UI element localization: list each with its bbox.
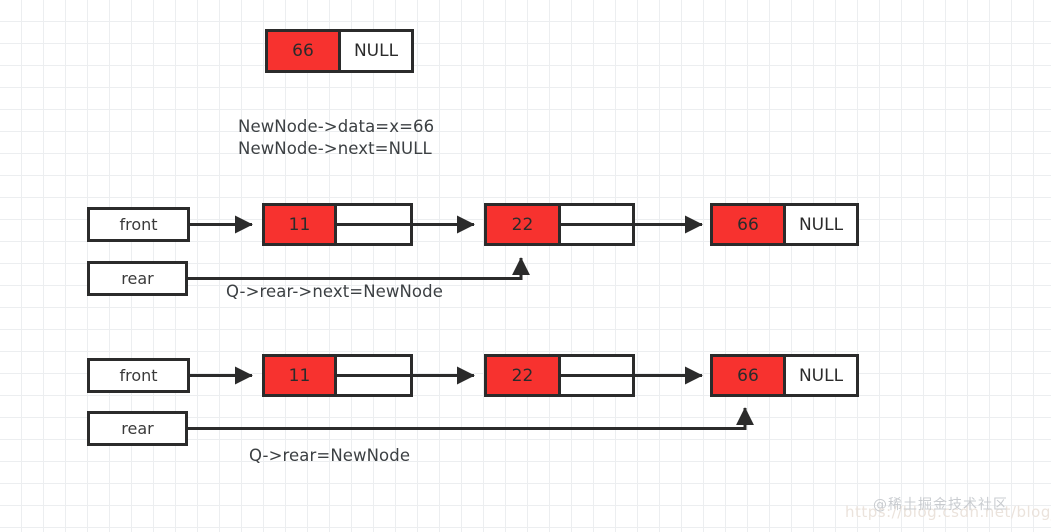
list-node-row3-2: 22 — [484, 354, 635, 397]
rear-pointer-box-row3: rear — [87, 411, 188, 446]
list-node-row3-1: 11 — [262, 354, 413, 397]
list-node-row2-1-next — [337, 206, 413, 243]
wire-rear-to-node2-row2 — [188, 257, 530, 280]
list-node-row3-3-data: 66 — [713, 357, 786, 394]
annotation-step3: Q->rear=NewNode — [249, 446, 411, 465]
new-node-next-cell: NULL — [341, 32, 411, 70]
list-node-row2-2-next — [561, 206, 635, 243]
list-node-row2-2: 22 — [484, 203, 635, 246]
annotation-step1-line2: NewNode->next=NULL — [238, 139, 432, 158]
diagram-canvas: 66 NULL NewNode->data=x=66 NewNode->next… — [0, 0, 1051, 532]
annotation-step2: Q->rear->next=NewNode — [226, 282, 443, 301]
list-node-row3-1-next — [337, 357, 413, 394]
list-node-row3-3-next: NULL — [786, 357, 856, 394]
list-node-row2-1: 11 — [262, 203, 413, 246]
list-node-row2-1-data: 11 — [265, 206, 337, 243]
list-node-row2-2-data: 22 — [487, 206, 561, 243]
watermark-handle: @稀土掘金技术社区 — [873, 497, 1008, 513]
list-node-row3-1-data: 11 — [265, 357, 337, 394]
list-node-row2-3-data: 66 — [713, 206, 786, 243]
annotation-step1-line1: NewNode->data=x=66 — [238, 117, 435, 136]
new-node-data-cell: 66 — [268, 32, 341, 70]
list-node-row3-2-data: 22 — [487, 357, 561, 394]
list-node-row3-3: 66 NULL — [710, 354, 859, 397]
list-node-row2-3: 66 NULL — [710, 203, 859, 246]
list-node-row2-3-next: NULL — [786, 206, 856, 243]
front-pointer-box-row2: front — [87, 207, 190, 242]
new-node-step1: 66 NULL — [265, 29, 414, 73]
rear-pointer-box-row2: rear — [87, 261, 188, 296]
list-node-row3-2-next — [561, 357, 635, 394]
wire-rear-to-node3-row3 — [188, 407, 754, 430]
front-pointer-box-row3: front — [87, 358, 190, 393]
